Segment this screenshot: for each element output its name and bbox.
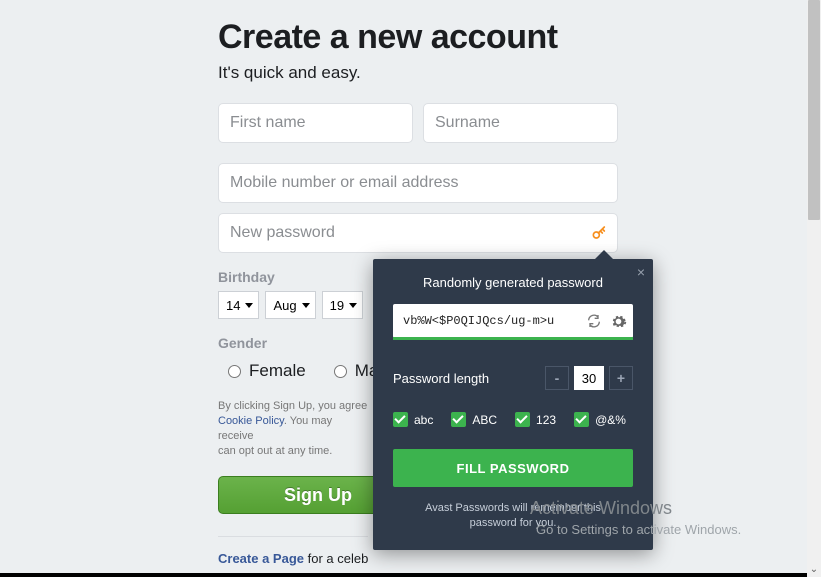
chevron-down-icon <box>245 303 253 308</box>
chevron-down-icon <box>302 303 310 308</box>
birthday-day-select[interactable]: 14 <box>218 291 259 319</box>
password-placeholder: New password <box>230 224 335 242</box>
checkbox-checked-icon <box>515 412 530 427</box>
radio-icon <box>334 365 347 378</box>
opt-sym-label: @&% <box>595 413 626 427</box>
create-page-rest: for a celeb <box>304 551 368 566</box>
contact-placeholder: Mobile number or email address <box>230 174 459 192</box>
birthday-month-select[interactable]: Aug <box>265 291 315 319</box>
page-title: Create a new account <box>218 18 618 57</box>
firstname-placeholder: First name <box>230 114 306 132</box>
close-icon[interactable]: × <box>637 264 645 280</box>
birthday-year-select[interactable]: 19 <box>322 291 363 319</box>
create-page-line: Create a Page for a celeb <box>218 551 618 566</box>
bday-day-value: 14 <box>226 298 240 313</box>
length-value-input[interactable]: 30 <box>574 366 604 390</box>
fill-password-button[interactable]: FILL PASSWORD <box>393 449 633 487</box>
surname-placeholder: Surname <box>435 114 500 132</box>
cookie-policy-link[interactable]: Cookie Policy <box>218 415 284 427</box>
opt-abc-label: abc <box>414 413 433 427</box>
checkbox-checked-icon <box>451 412 466 427</box>
length-increase-button[interactable]: + <box>609 366 633 390</box>
option-lowercase[interactable]: abc <box>393 412 433 427</box>
windows-watermark-subtitle: Go to Settings to activate Windows. <box>536 522 741 537</box>
gender-male-radio[interactable]: Ma <box>334 361 379 381</box>
legal-prefix: By clicking Sign Up, you agree <box>218 400 367 412</box>
page-subtitle: It's quick and easy. <box>218 63 618 83</box>
create-page-link[interactable]: Create a Page <box>218 551 304 566</box>
generated-password-value: vb%W<$P0QIJQcs/ug-m>u <box>403 314 579 328</box>
bottom-border <box>0 573 807 577</box>
windows-watermark-title: Activate Windows <box>530 498 672 519</box>
length-label: Password length <box>393 371 489 386</box>
chevron-down-icon <box>349 303 357 308</box>
key-icon <box>591 225 607 241</box>
option-digits[interactable]: 123 <box>515 412 556 427</box>
minus-icon: - <box>555 370 560 386</box>
surname-input[interactable]: Surname <box>423 103 618 143</box>
option-uppercase[interactable]: ABC <box>451 412 497 427</box>
generated-password-field[interactable]: vb%W<$P0QIJQcs/ug-m>u <box>393 304 633 338</box>
gender-female-radio[interactable]: Female <box>228 361 306 381</box>
checkbox-checked-icon <box>393 412 408 427</box>
radio-icon <box>228 365 241 378</box>
option-symbols[interactable]: @&% <box>574 412 626 427</box>
fill-password-label: FILL PASSWORD <box>457 461 570 476</box>
scrollbar-thumb[interactable] <box>808 0 820 220</box>
length-value: 30 <box>582 371 596 386</box>
bday-year-value: 19 <box>330 298 344 313</box>
opt-ABC-label: ABC <box>472 413 497 427</box>
scrollbar-track[interactable]: ⌄ <box>807 0 821 577</box>
legal-opt: can opt out at any time. <box>218 445 332 457</box>
checkbox-checked-icon <box>574 412 589 427</box>
refresh-icon[interactable] <box>585 312 603 330</box>
plus-icon: + <box>617 370 625 386</box>
length-decrease-button[interactable]: - <box>545 366 569 390</box>
firstname-input[interactable]: First name <box>218 103 413 143</box>
password-input[interactable]: New password <box>218 213 618 253</box>
gear-icon[interactable] <box>609 312 627 330</box>
legal-text: By clicking Sign Up, you agree Cookie Po… <box>218 399 368 458</box>
scrollbar-arrow-down[interactable]: ⌄ <box>807 563 821 577</box>
opt-123-label: 123 <box>536 413 556 427</box>
contact-input[interactable]: Mobile number or email address <box>218 163 618 203</box>
bday-month-value: Aug <box>273 298 296 313</box>
popup-title: Randomly generated password <box>393 275 633 290</box>
divider <box>218 536 368 537</box>
gender-female-label: Female <box>249 361 306 381</box>
signup-label: Sign Up <box>284 485 352 506</box>
